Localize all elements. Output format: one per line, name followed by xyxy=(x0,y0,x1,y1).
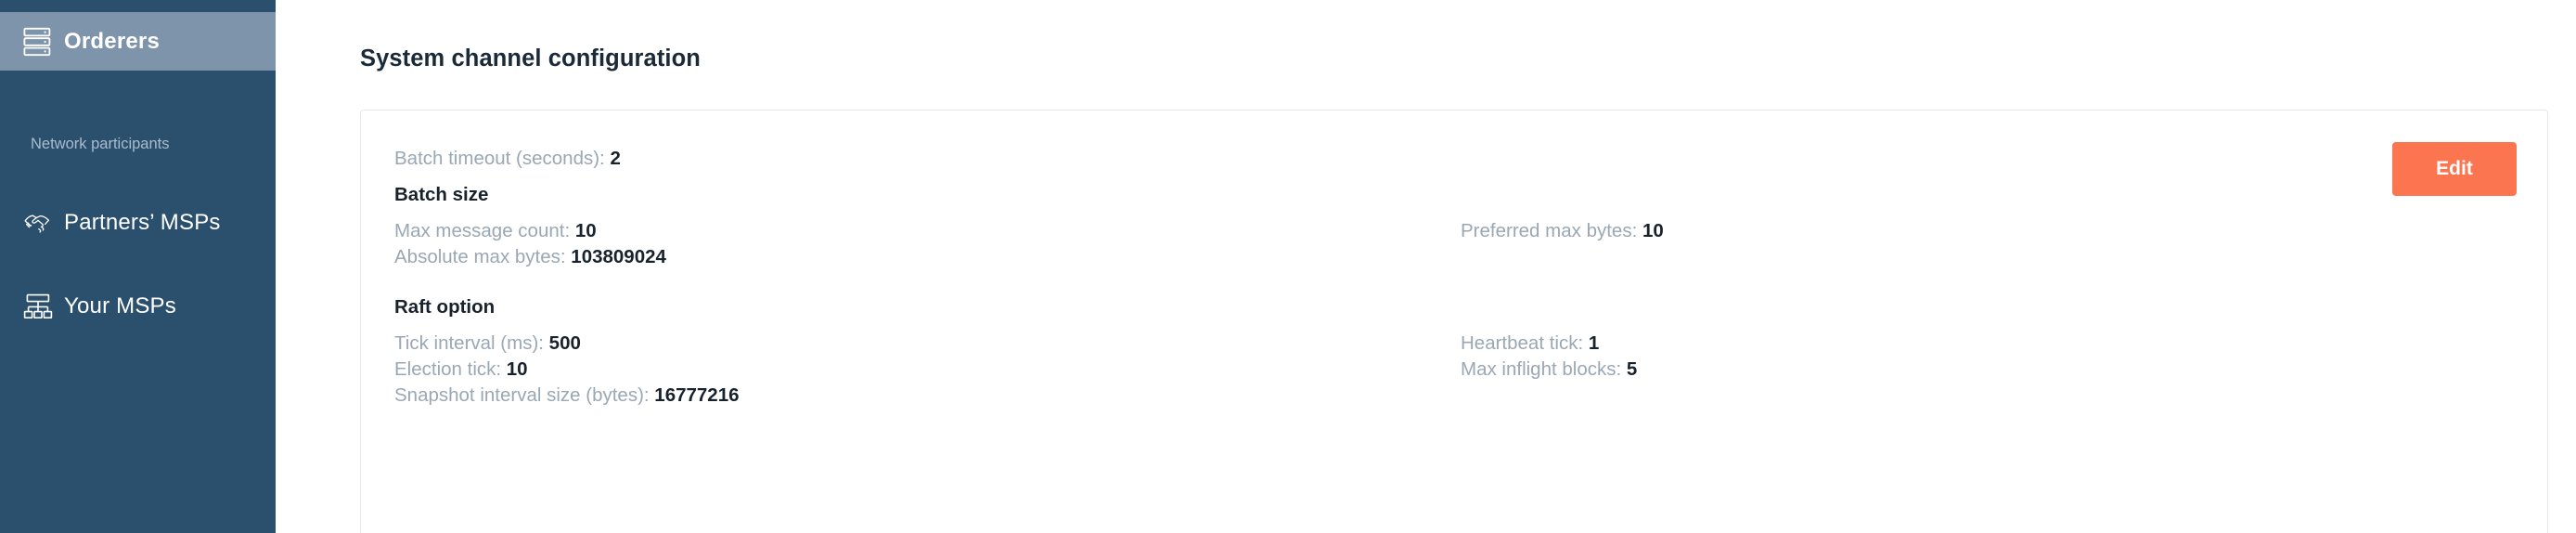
org-chart-icon xyxy=(23,293,64,319)
sidebar-item-your-msps[interactable]: Your MSPs xyxy=(0,277,276,335)
field-snapshot-interval-size-value: 16777216 xyxy=(654,384,740,406)
field-preferred-max-bytes-value: 10 xyxy=(1642,220,1664,241)
field-tick-interval-value: 500 xyxy=(548,332,581,354)
sidebar-top-spacer xyxy=(0,0,276,12)
handshake-icon xyxy=(23,212,64,234)
field-max-message-count: Max message count: 10 xyxy=(394,219,597,243)
field-max-inflight-blocks-value: 5 xyxy=(1626,358,1638,380)
field-max-inflight-blocks-label: Max inflight blocks: xyxy=(1461,358,1627,380)
field-preferred-max-bytes: Preferred max bytes: 10 xyxy=(1461,219,1664,243)
sidebar-section-label: Network participants xyxy=(31,136,170,152)
field-snapshot-interval-size: Snapshot interval size (bytes): 16777216 xyxy=(394,384,740,408)
group-heading-batch-size: Batch size xyxy=(394,184,489,205)
field-batch-timeout: Batch timeout (seconds): 2 xyxy=(394,147,621,171)
sidebar-item-orderers[interactable]: Orderers xyxy=(0,12,276,71)
field-election-tick-label: Election tick: xyxy=(394,358,507,380)
field-heartbeat-tick-label: Heartbeat tick: xyxy=(1461,332,1589,354)
field-election-tick: Election tick: 10 xyxy=(394,358,528,382)
field-heartbeat-tick-value: 1 xyxy=(1588,332,1600,354)
field-heartbeat-tick: Heartbeat tick: 1 xyxy=(1461,332,1599,356)
sidebar-gap-3 xyxy=(0,252,276,277)
field-max-message-count-value: 10 xyxy=(574,220,597,241)
field-batch-timeout-label: Batch timeout (seconds): xyxy=(394,148,611,169)
field-absolute-max-bytes: Absolute max bytes: 103809024 xyxy=(394,245,666,269)
app-root: Orderers Network participants Partners’ … xyxy=(0,0,2576,533)
sidebar-item-partners-msps[interactable]: Partners’ MSPs xyxy=(0,193,276,252)
field-absolute-max-bytes-value: 103809024 xyxy=(571,246,666,267)
field-snapshot-interval-size-label: Snapshot interval size (bytes): xyxy=(394,384,655,406)
group-heading-raft-option: Raft option xyxy=(394,296,496,318)
field-max-message-count-label: Max message count: xyxy=(394,220,575,241)
field-absolute-max-bytes-label: Absolute max bytes: xyxy=(394,246,572,267)
sidebar: Orderers Network participants Partners’ … xyxy=(0,0,276,533)
field-max-inflight-blocks: Max inflight blocks: 5 xyxy=(1461,358,1637,382)
field-tick-interval: Tick interval (ms): 500 xyxy=(394,332,581,356)
server-stack-icon xyxy=(23,27,64,57)
sidebar-item-partners-msps-label: Partners’ MSPs xyxy=(64,209,221,235)
edit-button[interactable]: Edit xyxy=(2392,142,2517,196)
field-tick-interval-label: Tick interval (ms): xyxy=(394,332,549,354)
field-election-tick-value: 10 xyxy=(506,358,528,380)
sidebar-item-orderers-label: Orderers xyxy=(64,28,160,54)
page-title: System channel configuration xyxy=(360,46,701,72)
main-content: System channel configuration Edit Batch … xyxy=(276,0,2576,533)
field-batch-timeout-value: 2 xyxy=(610,148,621,169)
field-preferred-max-bytes-label: Preferred max bytes: xyxy=(1461,220,1642,241)
sidebar-gap-2 xyxy=(0,153,276,193)
sidebar-item-your-msps-label: Your MSPs xyxy=(64,292,176,318)
system-channel-configuration-card: Edit Batch timeout (seconds): 2 Batch si… xyxy=(360,110,2548,533)
